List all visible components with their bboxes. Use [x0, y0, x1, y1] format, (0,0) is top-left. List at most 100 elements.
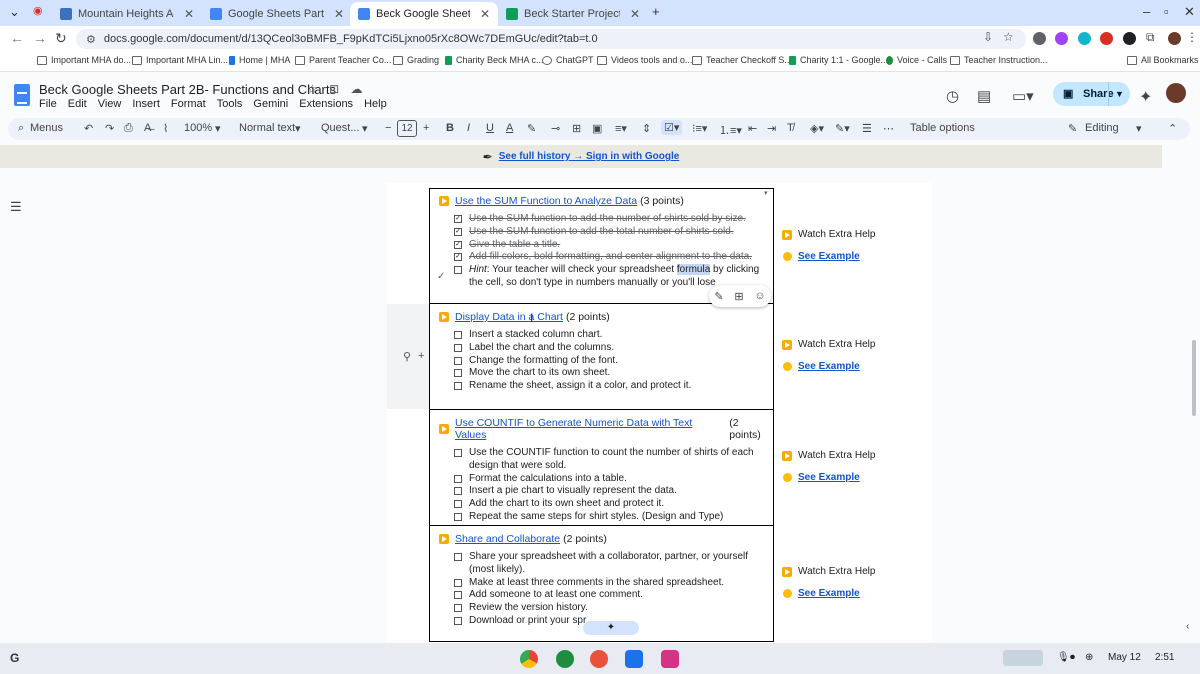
- menu-tools[interactable]: Tools: [217, 98, 243, 110]
- bookmark-folder[interactable]: Important MHA Lin...: [132, 55, 228, 65]
- chevron-down-icon[interactable]: ▾: [215, 122, 221, 135]
- app-icon[interactable]: [661, 650, 679, 668]
- checklist-item[interactable]: Format the calculations into a table.: [454, 473, 773, 486]
- reload-icon[interactable]: ↻: [55, 30, 67, 47]
- extension-icon[interactable]: [1078, 32, 1091, 45]
- border-dash-icon[interactable]: ⋯: [883, 122, 894, 135]
- stop-record-icon[interactable]: ⏺: [1070, 652, 1075, 663]
- cloud-status-icon[interactable]: ☁: [351, 82, 363, 96]
- section-title-link[interactable]: Share and Collaborate: [455, 533, 560, 545]
- decrease-indent-icon[interactable]: ⇤: [748, 122, 757, 135]
- checkbox[interactable]: [454, 331, 462, 339]
- chevron-down-icon[interactable]: ▾: [362, 122, 368, 135]
- border-width-icon[interactable]: ☰: [862, 122, 872, 135]
- edit-suggest-icon[interactable]: ✎: [714, 290, 723, 303]
- extension-icon[interactable]: [1055, 32, 1068, 45]
- redo-icon[interactable]: ↷: [105, 122, 114, 135]
- star-icon[interactable]: ☆: [307, 82, 318, 96]
- voice-app-icon[interactable]: [556, 650, 574, 668]
- bookmark-folder[interactable]: Parent Teacher Co...: [295, 55, 391, 65]
- classroom-icon[interactable]: [625, 650, 643, 668]
- tote-icon[interactable]: [1003, 650, 1043, 666]
- menu-extensions[interactable]: Extensions: [299, 98, 353, 110]
- google-docs-logo-icon[interactable]: [14, 84, 30, 106]
- checkbox-checked[interactable]: ✓: [454, 227, 462, 236]
- checkbox[interactable]: [454, 604, 462, 613]
- gemini-sparkle-icon[interactable]: ✦: [1139, 87, 1152, 107]
- extension-icon[interactable]: [1100, 32, 1113, 45]
- bold-icon[interactable]: B: [446, 122, 454, 134]
- checkbox[interactable]: [454, 591, 462, 600]
- extension-icon[interactable]: [1123, 32, 1136, 45]
- checkbox[interactable]: [454, 487, 462, 496]
- print-icon[interactable]: ⎙: [124, 122, 133, 135]
- increase-font-icon[interactable]: +: [423, 122, 429, 134]
- see-example-link[interactable]: See Example: [798, 472, 860, 483]
- checkbox[interactable]: [454, 578, 462, 587]
- section-title-link[interactable]: Use the SUM Function to Analyze Data: [455, 195, 637, 207]
- checklist-item[interactable]: ✓ Add fill colors, bold formatting, and c…: [454, 251, 773, 264]
- comments-icon[interactable]: ▤: [977, 87, 991, 105]
- back-icon[interactable]: ←: [10, 30, 24, 46]
- increase-indent-icon[interactable]: ⇥: [767, 122, 776, 135]
- move-folder-icon[interactable]: ⊡: [329, 82, 339, 96]
- app-icon[interactable]: [590, 650, 608, 668]
- all-bookmarks[interactable]: All Bookmarks: [1127, 55, 1199, 65]
- checklist-item[interactable]: Repeat the same steps for shirt styles. …: [454, 511, 773, 524]
- close-icon[interactable]: ✕: [334, 7, 344, 21]
- watch-extra-help[interactable]: Watch Extra Help: [798, 339, 875, 350]
- checkbox[interactable]: [454, 616, 462, 625]
- numbered-list-icon[interactable]: ⒈≡▾: [719, 122, 742, 138]
- watch-extra-help[interactable]: Watch Extra Help: [798, 566, 875, 577]
- checkbox[interactable]: [454, 500, 462, 509]
- recording-icon[interactable]: ◉: [33, 4, 43, 17]
- add-icon[interactable]: ⊕: [1085, 652, 1093, 663]
- checklist-item[interactable]: Review the version history.: [454, 602, 773, 615]
- date-label[interactable]: May 12: [1108, 652, 1141, 663]
- document-title[interactable]: Beck Google Sheets Part 2B- Functions an…: [39, 82, 336, 97]
- zoom-select[interactable]: 100%: [184, 122, 212, 134]
- font-size-input[interactable]: 12: [397, 120, 417, 137]
- checklist-item[interactable]: ✓ Use the SUM function to add the total n…: [454, 226, 773, 239]
- checklist-item[interactable]: Change the formatting of the font.: [454, 355, 773, 368]
- profile-avatar-icon[interactable]: [1168, 32, 1181, 45]
- checklist-item[interactable]: Label the chart and the columns.: [454, 342, 773, 355]
- checkbox[interactable]: [454, 382, 462, 391]
- checklist-item[interactable]: Rename the sheet, assign it a color, and…: [454, 380, 773, 393]
- install-icon[interactable]: ⇩: [983, 30, 993, 44]
- checkbox[interactable]: [454, 356, 462, 365]
- underline-icon[interactable]: U: [486, 122, 494, 134]
- image-icon[interactable]: ▣: [592, 122, 602, 135]
- checklist-item[interactable]: Insert a stacked column chart.: [454, 329, 773, 342]
- checklist-item[interactable]: Move the chart to its own sheet.: [454, 367, 773, 380]
- editing-mode-select[interactable]: Editing: [1085, 122, 1119, 134]
- watch-extra-help[interactable]: Watch Extra Help: [798, 450, 875, 461]
- checkbox[interactable]: [454, 266, 462, 275]
- section-title-link[interactable]: Use COUNTIF to Generate Numeric Data wit…: [455, 417, 726, 441]
- menu-view[interactable]: View: [98, 98, 122, 110]
- bulleted-list-icon[interactable]: ⁝≡▾: [692, 122, 707, 135]
- checkbox-checked[interactable]: ✓: [454, 240, 462, 249]
- add-comment-icon[interactable]: ⊞: [734, 290, 743, 303]
- line-spacing-icon[interactable]: ⇕: [642, 122, 651, 135]
- checkbox[interactable]: [454, 449, 462, 457]
- menu-insert[interactable]: Insert: [132, 98, 160, 110]
- close-icon[interactable]: ✕: [480, 7, 490, 21]
- bookmark-link[interactable]: Charity Beck MHA c...: [445, 55, 544, 65]
- close-icon[interactable]: ✕: [630, 7, 640, 21]
- microphone-icon[interactable]: 🎙: [1057, 652, 1070, 663]
- comment-icon[interactable]: ⊞: [572, 122, 581, 135]
- gemini-help-me-write-button[interactable]: ✦: [583, 621, 639, 635]
- checklist-item[interactable]: Insert a pie chart to visually represent…: [454, 485, 773, 498]
- checkbox[interactable]: [454, 553, 462, 561]
- menu-format[interactable]: Format: [171, 98, 206, 110]
- text-color-icon[interactable]: A: [506, 122, 513, 134]
- meet-icon[interactable]: ▭▾: [1012, 87, 1034, 105]
- section-title-link[interactable]: Display Data in a Chart: [455, 311, 563, 323]
- pin-row-icon[interactable]: ⚲: [403, 350, 411, 363]
- tab-mountain-heights[interactable]: Mountain Heights Academy - C ✕: [52, 2, 202, 26]
- checklist-item[interactable]: ✓ Give the table a title.: [454, 239, 773, 252]
- more-menu-icon[interactable]: ⋮: [1186, 30, 1198, 44]
- chevron-down-icon[interactable]: ▾: [1136, 122, 1142, 135]
- site-info-icon[interactable]: ⚙: [86, 33, 96, 46]
